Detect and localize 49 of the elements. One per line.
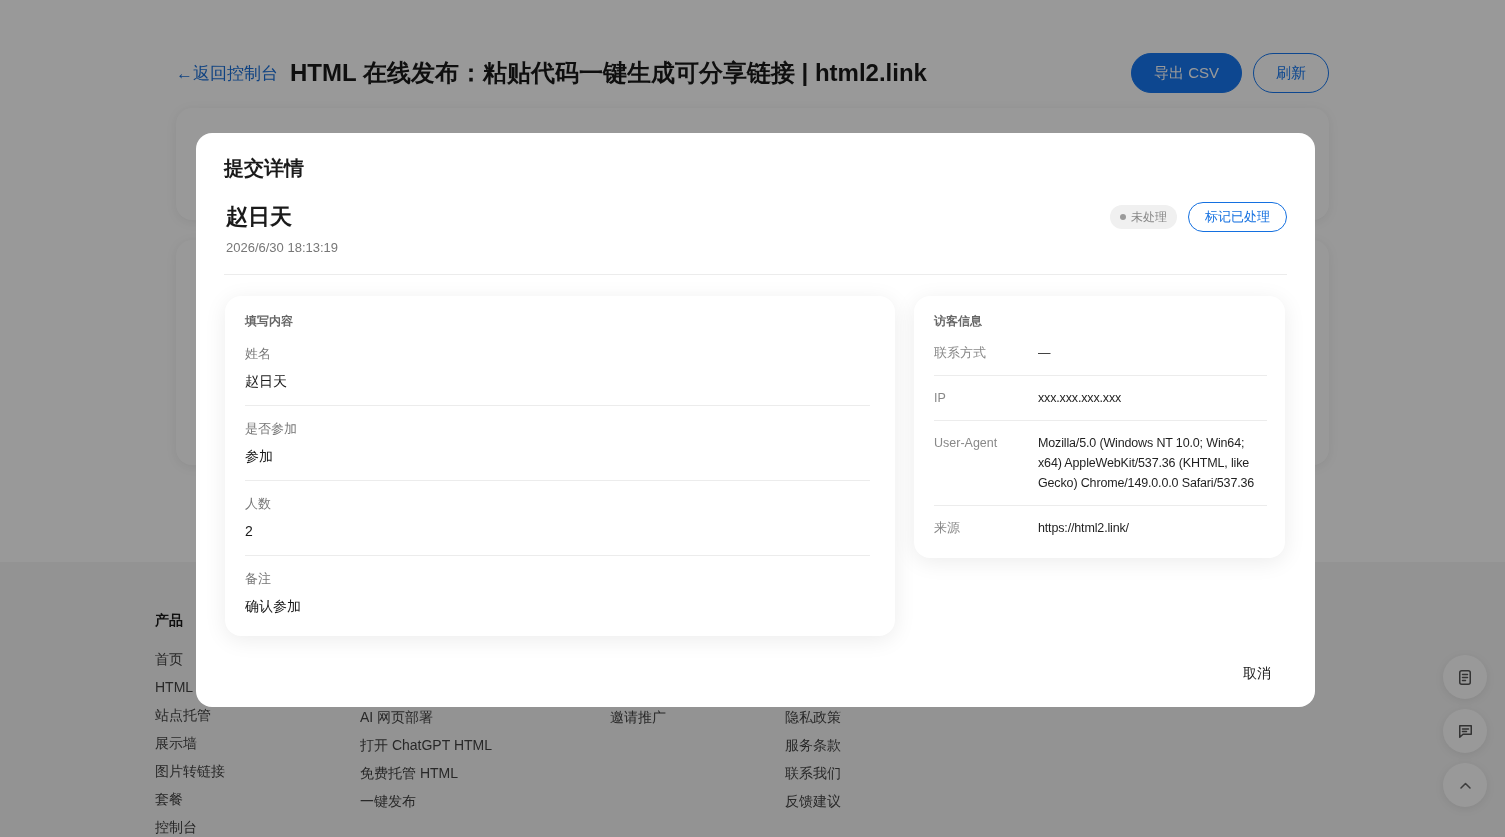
- status-label: 未处理: [1131, 208, 1167, 226]
- cancel-button[interactable]: 取消: [1227, 658, 1287, 690]
- footer-link[interactable]: 联系我们: [785, 765, 841, 781]
- document-icon: [1459, 669, 1471, 685]
- field-value: 确认参加: [245, 597, 301, 616]
- submitter-name: 赵日天: [226, 203, 293, 231]
- footer-link[interactable]: 一键发布: [360, 793, 416, 809]
- refresh-button[interactable]: 刷新: [1253, 53, 1329, 93]
- status-dot-icon: [1120, 214, 1126, 220]
- info-label: 联系方式: [934, 345, 986, 362]
- field-label: 备注: [245, 571, 271, 588]
- info-value: https://html2.link/: [1038, 520, 1129, 537]
- dialog-title: 提交详情: [224, 156, 305, 181]
- field-label: 是否参加: [245, 421, 297, 438]
- footer-link[interactable]: 套餐: [155, 791, 183, 807]
- footer-link[interactable]: 站点托管: [155, 707, 211, 723]
- export-button[interactable]: 导出 CSV: [1131, 53, 1242, 93]
- footer-link[interactable]: AI 网页部署: [360, 709, 434, 725]
- info-value: —: [1038, 345, 1051, 362]
- footer-link[interactable]: 打开 ChatGPT HTML: [360, 737, 492, 753]
- page-title: HTML 在线发布：粘贴代码一键生成可分享链接 | html2.link: [290, 58, 928, 88]
- footer-link[interactable]: 图片转链接: [155, 763, 225, 779]
- footer-link[interactable]: 邀请推广: [610, 709, 666, 725]
- footer-link[interactable]: 首页: [155, 651, 183, 667]
- mark-processed-button[interactable]: 标记已处理: [1188, 202, 1287, 232]
- footer-link[interactable]: 控制台: [155, 819, 197, 835]
- field-value: 2: [245, 522, 253, 541]
- footer-link[interactable]: 免费托管 HTML: [360, 765, 458, 781]
- info-value: xxx.xxx.xxx.xxx: [1038, 390, 1122, 407]
- footer-link[interactable]: HTML: [155, 679, 194, 695]
- info-label: User-Agent: [934, 435, 998, 452]
- footer-link[interactable]: 展示墙: [155, 735, 197, 751]
- footer-link[interactable]: 服务条款: [785, 737, 841, 753]
- field-value: 参加: [245, 447, 273, 466]
- field-label: 姓名: [245, 346, 271, 363]
- chat-icon: [1457, 723, 1473, 739]
- field-value: 赵日天: [245, 372, 287, 391]
- back-link[interactable]: ←返回控制台: [176, 61, 278, 85]
- card-title: 填写内容: [245, 313, 294, 330]
- info-label: 来源: [934, 520, 960, 537]
- footer-heading: 产品: [155, 611, 183, 630]
- card-title: 访客信息: [934, 313, 983, 330]
- info-label: IP: [934, 390, 946, 407]
- field-label: 人数: [245, 496, 271, 513]
- chevron-up-icon: [1459, 781, 1471, 789]
- footer-link[interactable]: 反馈建议: [785, 793, 841, 809]
- submission-time: 2026/6/30 18:13:19: [226, 239, 339, 257]
- info-value: Mozilla/5.0 (Windows NT 10.0; Win64; x64) AppleWebKit/537.36 (KHTML, like Gecko) Chrome/149.0.0.0 Safari/537.36: [1038, 435, 1256, 492]
- footer-link[interactable]: 隐私政策: [785, 709, 841, 725]
